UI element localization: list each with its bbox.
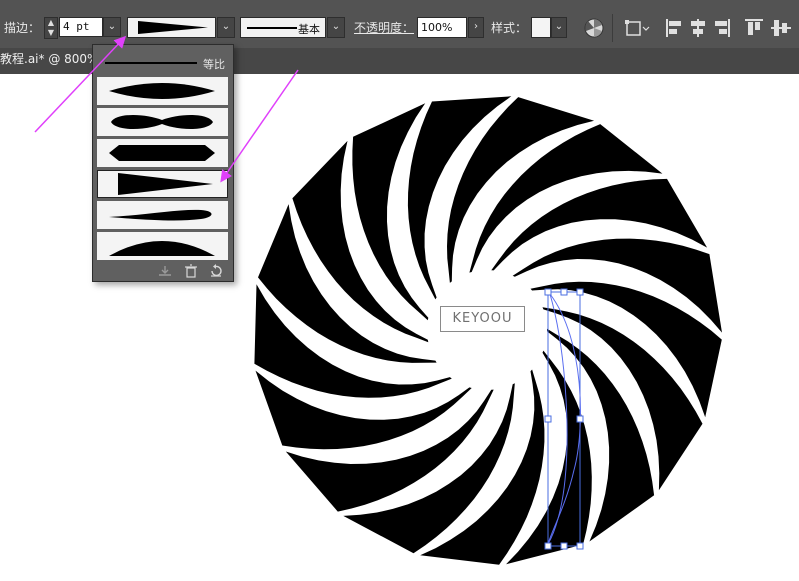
recolor-icon[interactable] bbox=[583, 17, 605, 39]
uniform-profile-label: 等比 bbox=[203, 58, 225, 71]
align-right-icon[interactable] bbox=[712, 17, 732, 39]
chevron-down-icon[interactable]: ⌄ bbox=[327, 17, 345, 38]
chevron-down-icon[interactable]: ⌄ bbox=[103, 17, 121, 37]
stroke-label: 描边： bbox=[4, 21, 41, 35]
width-profile-dropdown: 等比 bbox=[92, 44, 234, 282]
chevron-down-icon[interactable]: ⌄ bbox=[551, 17, 567, 38]
uniform-profile-row[interactable]: 等比 bbox=[97, 51, 228, 75]
reset-profile-icon[interactable] bbox=[208, 264, 224, 278]
width-profile-option[interactable] bbox=[97, 232, 228, 260]
watermark-text: KEYOOU bbox=[452, 311, 513, 326]
brush-icon bbox=[247, 27, 297, 29]
width-profile-option-selected[interactable] bbox=[97, 170, 228, 198]
width-profile-5 bbox=[109, 209, 212, 221]
width-profile-2 bbox=[111, 115, 213, 129]
stroke-stepper-icon[interactable]: ▲ ▼ bbox=[44, 17, 58, 39]
chevron-right-icon[interactable]: › bbox=[468, 17, 484, 38]
align-center-icon[interactable] bbox=[688, 17, 708, 39]
width-profile-preview bbox=[138, 21, 208, 34]
watermark-logo: KEYOOU bbox=[440, 306, 525, 332]
width-profile-option[interactable] bbox=[97, 77, 228, 105]
align-vcenter-icon[interactable] bbox=[770, 17, 792, 39]
document-tab[interactable]: 教程.ai* @ 800% bbox=[0, 52, 98, 66]
save-profile-icon[interactable] bbox=[157, 264, 173, 278]
width-profile-1 bbox=[109, 83, 215, 99]
transform-icon[interactable] bbox=[624, 17, 652, 39]
delete-profile-icon[interactable] bbox=[183, 264, 199, 278]
uniform-profile-preview bbox=[105, 62, 197, 64]
graphic-style-swatch[interactable] bbox=[531, 17, 551, 38]
stroke-weight-value: 4 pt bbox=[63, 20, 90, 33]
width-profile-6 bbox=[109, 241, 215, 256]
width-profile-option[interactable] bbox=[97, 201, 228, 229]
align-top-icon[interactable] bbox=[744, 17, 764, 39]
align-left-icon[interactable] bbox=[664, 17, 684, 39]
width-profile-option[interactable] bbox=[97, 108, 228, 136]
width-profile-selector[interactable] bbox=[127, 17, 216, 38]
chevron-down-icon[interactable]: ⌄ bbox=[217, 17, 235, 38]
brush-definition-selector[interactable]: 基本 bbox=[240, 17, 326, 38]
opacity-value: 100% bbox=[421, 21, 453, 34]
opacity-label[interactable]: 不透明度： bbox=[354, 21, 414, 35]
style-label: 样式： bbox=[491, 21, 528, 35]
width-profile-4 bbox=[118, 173, 213, 195]
toolbar-separator bbox=[612, 14, 613, 42]
stroke-weight-field[interactable]: 4 pt bbox=[59, 17, 103, 37]
width-profile-option[interactable] bbox=[97, 139, 228, 167]
brush-label: 基本 bbox=[298, 23, 320, 36]
width-profile-3 bbox=[109, 145, 215, 161]
opacity-field[interactable]: 100% bbox=[417, 17, 467, 38]
